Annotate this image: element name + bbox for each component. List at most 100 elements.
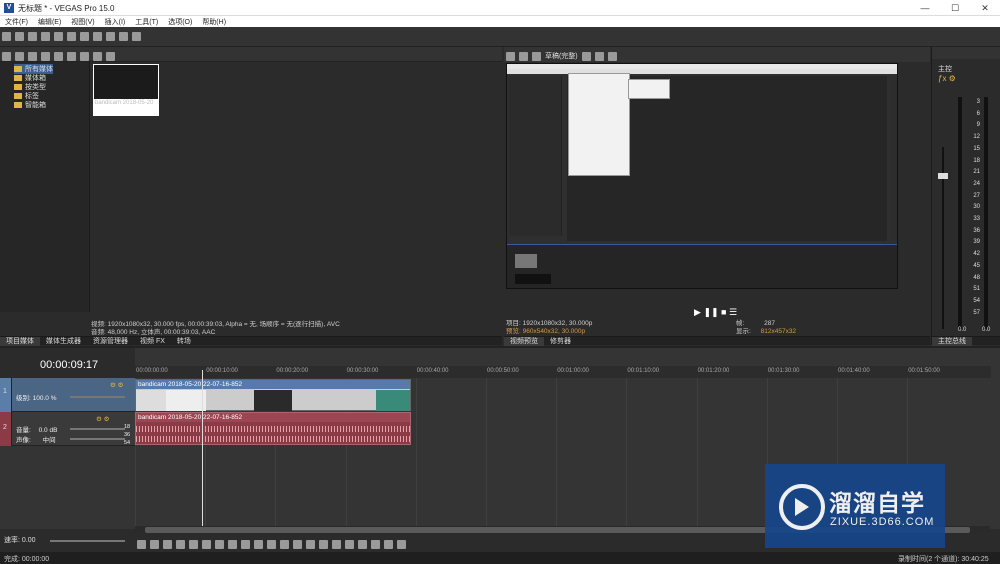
play-icon[interactable]: [67, 52, 76, 61]
media-tabs: 项目媒体 媒体生成器 资源管理器 视频 FX 转场: [0, 336, 502, 346]
save-icon[interactable]: [28, 32, 37, 41]
rate-slider[interactable]: [50, 540, 125, 542]
menu-icon[interactable]: ☰: [729, 307, 737, 317]
meter-value-left: 0.0: [958, 327, 967, 333]
playhead-cursor[interactable]: [202, 370, 203, 531]
envelope-tool-icon[interactable]: [280, 540, 289, 549]
video-event[interactable]: bandicam 2018-05-20 22-07-16-852: [135, 379, 411, 411]
edit-tool-icon[interactable]: [267, 540, 276, 549]
marker-icon[interactable]: [358, 540, 367, 549]
grid-line: [486, 378, 487, 531]
help-icon[interactable]: [132, 32, 141, 41]
tab-media-generators[interactable]: 媒体生成器: [40, 337, 87, 346]
meter-scale-tick: 9: [976, 122, 980, 129]
tab-video-fx[interactable]: 视频 FX: [134, 337, 171, 346]
stop-icon[interactable]: [202, 540, 211, 549]
overlay-icon[interactable]: [581, 52, 591, 61]
play-from-start-icon[interactable]: [163, 540, 172, 549]
video-track-fx-icon[interactable]: ⚙ ⚙: [110, 381, 123, 389]
close-button[interactable]: ✕: [970, 0, 1000, 16]
thumbnail-image: [94, 65, 158, 99]
paste-icon[interactable]: [93, 32, 102, 41]
play-icon[interactable]: ▶: [694, 307, 701, 317]
meter-scale-tick: 36: [973, 227, 980, 234]
thumbnail-label: bandicam 2018-05-20: [95, 100, 154, 106]
remove-icon[interactable]: [41, 52, 50, 61]
copy-icon[interactable]: [80, 32, 89, 41]
prev-frame-icon[interactable]: [241, 540, 250, 549]
folder-icon: [14, 75, 22, 82]
pause-icon[interactable]: ❚❚: [703, 307, 718, 317]
play-icon[interactable]: [176, 540, 185, 549]
pause-icon[interactable]: [189, 540, 198, 549]
stop-icon[interactable]: ■: [721, 307, 726, 317]
tree-smart-bins[interactable]: 智能箱: [14, 100, 46, 110]
go-to-start-icon[interactable]: [215, 540, 224, 549]
split-icon[interactable]: [532, 52, 541, 61]
master-fx-icon[interactable]: ƒx ⚙: [938, 74, 956, 83]
loop-icon[interactable]: [150, 540, 159, 549]
preview-tabs: 视频预览 修剪器: [504, 336, 930, 346]
audio-db-scale: 18 36 54: [124, 424, 131, 446]
go-to-end-icon[interactable]: [228, 540, 237, 549]
search-icon[interactable]: [106, 52, 115, 61]
views-icon[interactable]: [93, 52, 102, 61]
settings-icon[interactable]: [506, 52, 515, 61]
capture-icon[interactable]: [15, 52, 24, 61]
redo-icon[interactable]: [119, 32, 128, 41]
tab-project-media[interactable]: 项目媒体: [0, 337, 40, 346]
import-icon[interactable]: [2, 52, 11, 61]
tab-trimmer[interactable]: 修剪器: [544, 337, 577, 346]
cut-icon[interactable]: [67, 32, 76, 41]
open-icon[interactable]: [15, 32, 24, 41]
video-frame: [376, 390, 410, 411]
next-frame-icon[interactable]: [254, 540, 263, 549]
fx-icon[interactable]: [519, 52, 528, 61]
ruler-label: 00:00:40:00: [416, 368, 449, 374]
tab-transitions[interactable]: 转场: [171, 337, 197, 346]
fader-knob[interactable]: [938, 173, 948, 179]
selection-tool-icon[interactable]: [293, 540, 302, 549]
folder-icon: [14, 102, 22, 109]
ruler-label: 00:01:40:00: [838, 368, 870, 374]
master-fader[interactable]: [938, 147, 948, 339]
audio-pan-slider[interactable]: [70, 438, 125, 440]
record-icon[interactable]: [137, 540, 146, 549]
audio-track-header[interactable]: 2 音量: 0.0 dB 声像: 中间 ⚙ ⚙ 18 36 54: [0, 412, 135, 446]
stop-icon[interactable]: [80, 52, 89, 61]
auto-ripple-icon[interactable]: [397, 540, 406, 549]
audio-track-fx-icon[interactable]: ⚙ ⚙: [96, 415, 109, 423]
new-icon[interactable]: [2, 32, 11, 41]
fx-icon[interactable]: [54, 52, 63, 61]
properties-icon[interactable]: [54, 32, 63, 41]
undo-icon[interactable]: [106, 32, 115, 41]
meter-scale-tick: 54: [973, 297, 980, 304]
preview-quality-select[interactable]: 草稿(完整): [545, 51, 578, 61]
audio-volume-slider[interactable]: [70, 428, 125, 430]
audio-event[interactable]: bandicam 2018-05-20 22-07-16-852: [135, 412, 411, 445]
tab-video-preview[interactable]: 视频预览: [504, 337, 544, 346]
video-track-header[interactable]: 1 级别: 100.0 % ⚙ ⚙: [0, 378, 135, 412]
region-icon[interactable]: [371, 540, 380, 549]
menu-bar: 文件(F) 编辑(E) 视图(V) 插入(I) 工具(T) 选项(O) 帮助(H): [0, 16, 1000, 27]
get-media-icon[interactable]: [28, 52, 37, 61]
video-level-slider[interactable]: [70, 396, 125, 398]
lock-icon[interactable]: [345, 540, 354, 549]
delete-icon[interactable]: [306, 540, 315, 549]
meter-scale-tick: 24: [973, 180, 980, 187]
media-thumbnail[interactable]: bandicam 2018-05-20: [93, 64, 159, 116]
minimize-button[interactable]: —: [910, 0, 940, 16]
maximize-button[interactable]: ☐: [940, 0, 970, 16]
render-icon[interactable]: [41, 32, 50, 41]
save-snapshot-icon[interactable]: [607, 52, 617, 61]
split-icon[interactable]: [332, 540, 341, 549]
tab-master-bus[interactable]: 主控总线: [932, 337, 972, 346]
copy-snapshot-icon[interactable]: [594, 52, 604, 61]
audio-waveform-right: [136, 436, 410, 442]
tab-explorer[interactable]: 资源管理器: [87, 337, 134, 346]
snap-icon[interactable]: [384, 540, 393, 549]
trim-icon[interactable]: [319, 540, 328, 549]
meter-scale-tick: 21: [973, 169, 980, 176]
title-bar: V 无标题 * - VEGAS Pro 15.0 — ☐ ✕: [0, 0, 1000, 16]
time-ruler[interactable]: 00:00:00:00 00:00:10:00 00:00:20:00 00:00:3…: [135, 366, 991, 378]
